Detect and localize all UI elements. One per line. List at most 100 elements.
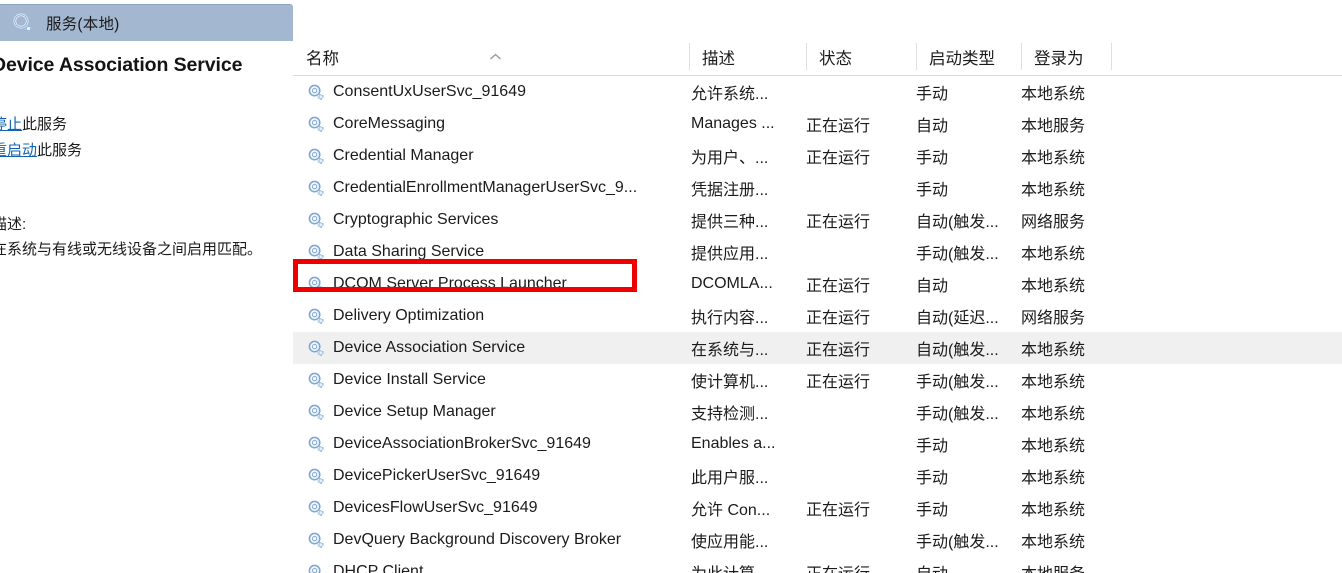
table-row[interactable]: Data Sharing Service 提供应用... 手动(触发... 本地系统	[293, 236, 1342, 268]
restart-service-link[interactable]: 重启动	[0, 142, 37, 159]
table-row[interactable]: Device Association Service 在系统与... 正在运行 自动(…	[293, 332, 1342, 364]
row-service-name: DHCP Client	[307, 556, 687, 573]
services-gear-icon	[12, 12, 34, 34]
column-header-name-label: 名称	[306, 49, 339, 68]
row-service-name-label: DevicesFlowUserSvc_91649	[333, 499, 538, 516]
table-row[interactable]: Cryptographic Services 提供三种... 正在运行 自动(触发..…	[293, 204, 1342, 236]
row-status: 正在运行	[806, 278, 871, 295]
row-service-name: Device Setup Manager	[307, 396, 687, 428]
column-header-status[interactable]: 状态	[806, 38, 916, 75]
row-startup-type: 自动(触发...	[916, 214, 999, 231]
restart-service-suffix: 此服务	[37, 142, 83, 159]
table-row[interactable]: DeviceAssociationBrokerSvc_91649 Enables …	[293, 428, 1342, 460]
row-logon-as: 本地服务	[1021, 118, 1086, 135]
service-gear-icon	[307, 499, 326, 518]
row-status	[806, 172, 916, 204]
row-service-name: Device Association Service	[307, 332, 687, 364]
service-gear-icon	[307, 179, 326, 198]
row-service-name-label: DevicePickerUserSvc_91649	[333, 467, 541, 484]
description-text: 在系统与有线或无线设备之间启用匹配。	[0, 241, 263, 258]
row-logon-as: 本地系统	[1021, 246, 1086, 263]
row-logon-as: 本地系统	[1021, 470, 1086, 487]
service-gear-icon	[307, 115, 326, 134]
table-row[interactable]: DevQuery Background Discovery Broker 使应用能…	[293, 524, 1342, 556]
restart-service-action[interactable]: 重启动此服务	[0, 139, 82, 160]
column-header-description[interactable]: 描述	[689, 38, 806, 75]
services-window: 服务(本地) Device Association Service 停止此服务 …	[0, 0, 1342, 573]
row-description: 执行内容...	[691, 310, 769, 327]
row-service-name: Delivery Optimization	[307, 300, 687, 332]
row-startup-type: 手动(触发...	[916, 406, 999, 423]
row-status: 正在运行	[806, 342, 871, 359]
row-service-name-label: Device Association Service	[333, 339, 526, 356]
row-startup-type: 自动	[916, 118, 949, 135]
table-row[interactable]: DevicesFlowUserSvc_91649 允许 Con... 正在运行 手动 本…	[293, 492, 1342, 524]
table-row[interactable]: DCOM Server Process Launcher DCOMLA... 正在运…	[293, 268, 1342, 300]
table-row[interactable]: Device Install Service 使计算机... 正在运行 手动(触发..…	[293, 364, 1342, 396]
row-startup-type: 手动	[916, 502, 949, 519]
stop-service-suffix: 此服务	[22, 116, 68, 133]
row-description: 凭据注册...	[691, 182, 769, 199]
services-local-header-band: 服务(本地)	[0, 4, 293, 41]
stop-service-action[interactable]: 停止此服务	[0, 113, 67, 134]
row-service-name: DeviceAssociationBrokerSvc_91649	[307, 428, 687, 460]
row-description: 允许系统...	[691, 86, 769, 103]
column-header-logon-as[interactable]: 登录为	[1021, 38, 1111, 75]
row-status: 正在运行	[806, 150, 871, 167]
row-startup-type: 手动	[916, 470, 949, 487]
row-description: 使计算机...	[691, 374, 769, 391]
row-startup-type: 手动	[916, 182, 949, 199]
row-startup-type: 手动(触发...	[916, 374, 999, 391]
row-startup-type: 自动	[916, 556, 1038, 573]
column-header-extra	[1111, 38, 1141, 75]
list-pane-top-spacer	[293, 0, 1342, 38]
table-row[interactable]: DHCP Client 为此计算正在运行自动本地服务	[293, 556, 1342, 573]
service-gear-icon	[307, 275, 326, 294]
row-service-name-label: Cryptographic Services	[333, 211, 499, 228]
service-gear-icon	[307, 435, 326, 454]
row-service-name: CredentialEnrollmentManagerUserSvc_9...	[307, 172, 687, 204]
row-status	[806, 428, 916, 460]
row-status	[806, 460, 916, 492]
table-row[interactable]: ConsentUxUserSvc_91649 允许系统... 手动 本地系统	[293, 76, 1342, 108]
row-logon-as: 本地系统	[1021, 406, 1086, 423]
row-logon-as: 本地系统	[1021, 374, 1086, 391]
table-row[interactable]: DevicePickerUserSvc_91649 此用户服... 手动 本地系统	[293, 460, 1342, 492]
row-logon-as: 本地系统	[1021, 502, 1086, 519]
row-logon-as: 本地系统	[1021, 150, 1086, 167]
service-gear-icon	[307, 467, 326, 486]
table-row[interactable]: CoreMessaging Manages ... 正在运行 自动 本地服务	[293, 108, 1342, 140]
table-row[interactable]: Device Setup Manager 支持检测... 手动(触发... 本地系统	[293, 396, 1342, 428]
service-gear-icon	[307, 211, 326, 230]
service-gear-icon	[307, 371, 326, 390]
row-status: 正在运行	[806, 118, 871, 135]
column-header-startup-type[interactable]: 启动类型	[916, 38, 1021, 75]
row-description: DCOMLA...	[691, 275, 773, 292]
service-gear-icon	[307, 243, 326, 262]
table-row[interactable]: Delivery Optimization 执行内容... 正在运行 自动(延迟...…	[293, 300, 1342, 332]
table-row[interactable]: CredentialEnrollmentManagerUserSvc_9... 凭…	[293, 172, 1342, 204]
row-service-name: DevicesFlowUserSvc_91649	[307, 492, 687, 524]
row-logon-as: 网络服务	[1021, 214, 1086, 231]
column-header-name[interactable]: 名称	[293, 38, 689, 75]
stop-service-link[interactable]: 停止	[0, 116, 22, 133]
row-description: 提供三种...	[691, 214, 769, 231]
row-logon-as: 本地系统	[1021, 438, 1086, 455]
row-startup-type: 手动	[916, 86, 949, 103]
sort-ascending-icon	[489, 47, 502, 60]
band-title: 服务(本地)	[46, 16, 120, 33]
service-gear-icon	[307, 83, 326, 102]
row-status: 正在运行	[806, 214, 871, 231]
row-status	[806, 396, 916, 428]
row-logon-as: 本地系统	[1021, 278, 1086, 295]
row-service-name-label: Credential Manager	[333, 147, 474, 164]
row-service-name-label: DCOM Server Process Launcher	[333, 275, 567, 292]
table-row[interactable]: Credential Manager 为用户、... 正在运行 手动 本地系统	[293, 140, 1342, 172]
row-description: 提供应用...	[691, 246, 769, 263]
column-header-description-label: 描述	[702, 49, 735, 68]
services-list-pane: 名称 描述 状态 启动类型 登录为 ConsentUxUserSvc_91649…	[293, 0, 1342, 573]
row-description: 为此计算	[691, 556, 801, 573]
row-service-name: Credential Manager	[307, 140, 687, 172]
row-service-name: ConsentUxUserSvc_91649	[307, 76, 687, 108]
service-gear-icon	[307, 339, 326, 358]
